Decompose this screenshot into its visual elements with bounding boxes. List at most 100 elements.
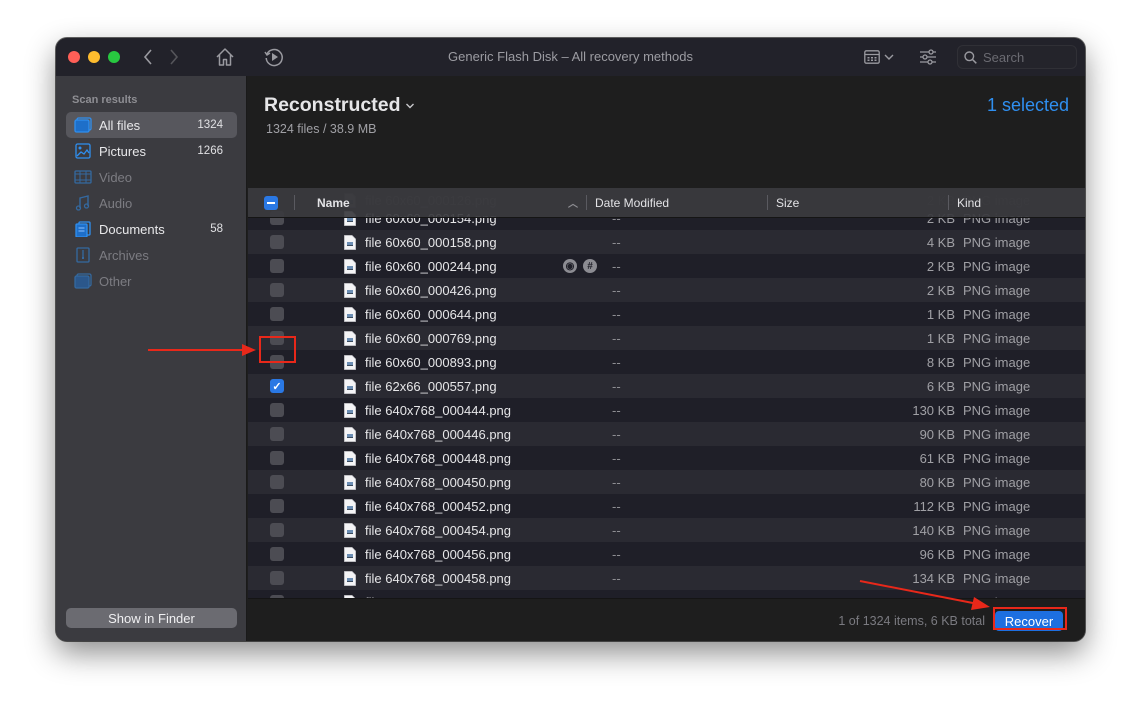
hex-view-icon[interactable]: #	[583, 259, 597, 273]
file-name: file 640x768_000458.png	[365, 570, 512, 586]
sidebar-item-pictures[interactable]: Pictures 1266	[66, 138, 237, 164]
table-row[interactable]: file 640x768_000458.png -- 134 KB PNG image	[248, 566, 1085, 590]
row-checkbox[interactable]: ✓	[270, 379, 284, 393]
all-files-icon	[74, 116, 92, 134]
table-row[interactable]: file 640x768_000444.png -- 130 KB PNG image	[248, 398, 1085, 422]
pictures-icon	[74, 142, 92, 160]
png-file-icon	[344, 522, 356, 538]
column-header-name[interactable]: Name ︿	[295, 195, 586, 211]
table-row[interactable]: ✓ file 62x66_000557.png -- 6 KB PNG image	[248, 374, 1085, 398]
file-name: file 60x60_000244.png	[365, 258, 497, 274]
file-date-modified: --	[612, 522, 621, 538]
row-checkbox[interactable]	[270, 427, 284, 441]
png-file-icon	[344, 306, 356, 322]
png-file-icon	[344, 258, 356, 274]
table-row[interactable]: file 60x60_000158.png -- 4 KB PNG image	[248, 230, 1085, 254]
file-name: file 60x60_000158.png	[365, 234, 497, 250]
search-box[interactable]	[957, 45, 1077, 69]
table-row[interactable]: file 60x60_000426.png -- 2 KB PNG image	[248, 278, 1085, 302]
file-size: 90 KB	[919, 426, 955, 442]
sidebar-item-count: 58	[210, 223, 223, 235]
file-date-modified: --	[612, 450, 621, 466]
archives-icon	[74, 246, 92, 264]
row-checkbox[interactable]	[270, 571, 284, 585]
sidebar-item-video[interactable]: Video	[66, 164, 237, 190]
png-file-icon	[344, 474, 356, 490]
row-checkbox[interactable]	[270, 547, 284, 561]
sidebar-item-documents[interactable]: Documents 58	[66, 216, 237, 242]
table-row[interactable]: file 60x60_000644.png -- 1 KB PNG image	[248, 302, 1085, 326]
main-panel: Reconstructed 1324 files / 38.9 MB 1 sel…	[248, 76, 1085, 641]
table-row[interactable]: file 60x60_000893.png -- 8 KB PNG image	[248, 350, 1085, 374]
recover-button[interactable]: Recover	[995, 611, 1063, 631]
file-kind: PNG image	[963, 546, 1031, 562]
row-checkbox[interactable]	[270, 523, 284, 537]
file-size: 4 KB	[926, 234, 955, 250]
sidebar-item-label: Other	[99, 273, 132, 289]
view-mode-button[interactable]	[862, 48, 896, 66]
file-name: file 640x768_000452.png	[365, 498, 512, 514]
row-checkbox[interactable]	[270, 259, 284, 273]
row-checkbox[interactable]	[270, 331, 284, 345]
file-name: file 60x60_000426.png	[365, 282, 497, 298]
sidebar-item-all-files[interactable]: All files 1324	[66, 112, 237, 138]
app-window: Generic Flash Disk – All recovery method…	[56, 38, 1085, 641]
sidebar: Scan results All files 1324 Pictures 1266 Vi…	[56, 76, 247, 641]
search-icon	[964, 50, 977, 64]
filter-button[interactable]	[918, 47, 938, 67]
sidebar-item-other[interactable]: Other	[66, 268, 237, 294]
file-size: 2 KB	[926, 258, 955, 274]
file-date-modified: --	[612, 330, 621, 346]
file-size: 1 KB	[926, 330, 955, 346]
show-in-finder-button[interactable]: Show in Finder	[66, 608, 237, 628]
row-checkbox[interactable]	[270, 283, 284, 297]
table-row[interactable]: file 640x768_000450.png -- 80 KB PNG image	[248, 470, 1085, 494]
table-row[interactable]: file 60x60_000769.png -- 1 KB PNG image	[248, 326, 1085, 350]
column-header-kind[interactable]: Kind	[949, 196, 1085, 210]
png-file-icon	[344, 282, 356, 298]
selected-count[interactable]: 1 selected	[987, 95, 1069, 116]
row-checkbox[interactable]	[270, 307, 284, 321]
table-row[interactable]: file 640x768_000446.png -- 90 KB PNG image	[248, 422, 1085, 446]
file-date-modified: --	[612, 306, 621, 322]
sidebar-item-label: All files	[99, 117, 141, 133]
select-all-checkbox[interactable]	[264, 195, 278, 210]
png-file-icon	[344, 354, 356, 370]
sidebar-item-label: Documents	[99, 221, 165, 237]
table-row[interactable]: file 640x768_000448.png -- 61 KB PNG image	[248, 446, 1085, 470]
file-name: file 60x60_000769.png	[365, 330, 497, 346]
row-checkbox[interactable]	[270, 403, 284, 417]
file-size: 8 KB	[926, 354, 955, 370]
table-row[interactable]: file 640x768_000452.png -- 112 KB PNG image	[248, 494, 1085, 518]
file-kind: PNG image	[963, 306, 1031, 322]
row-checkbox[interactable]	[270, 451, 284, 465]
sidebar-item-audio[interactable]: Audio	[66, 190, 237, 216]
results-title-dropdown[interactable]: Reconstructed	[264, 94, 415, 117]
file-size: 80 KB	[919, 474, 955, 490]
table-row[interactable]: file 640x768_000460.png--65 KBPNG image	[248, 590, 1085, 598]
sidebar-item-archives[interactable]: Archives	[66, 242, 237, 268]
row-checkbox[interactable]	[270, 235, 284, 249]
file-kind: PNG image	[963, 330, 1031, 346]
file-kind: PNG image	[963, 378, 1031, 394]
table-header: Name ︿ Date Modified Size Kind	[248, 188, 1085, 218]
documents-icon	[74, 220, 92, 238]
table-row[interactable]: file 640x768_000456.png -- 96 KB PNG image	[248, 542, 1085, 566]
png-file-icon	[344, 330, 356, 346]
table-row[interactable]: file 60x60_000244.png ◉ # -- 2 KB PNG image	[248, 254, 1085, 278]
file-kind: PNG image	[963, 282, 1031, 298]
search-input[interactable]	[983, 49, 1068, 65]
sidebar-item-label: Video	[99, 169, 133, 185]
row-checkbox[interactable]	[270, 499, 284, 513]
file-size: 140 KB	[912, 522, 955, 538]
file-size: 2 KB	[926, 282, 955, 298]
chevron-down-icon	[884, 54, 894, 60]
sidebar-item-count: 1266	[197, 145, 223, 157]
row-checkbox[interactable]	[270, 355, 284, 369]
column-header-size[interactable]: Size	[768, 196, 948, 210]
row-checkbox[interactable]	[270, 475, 284, 489]
table-row[interactable]: file 640x768_000454.png -- 140 KB PNG image	[248, 518, 1085, 542]
png-file-icon	[344, 570, 356, 586]
column-header-date-modified[interactable]: Date Modified	[587, 196, 767, 210]
preview-eye-icon[interactable]: ◉	[563, 259, 577, 273]
